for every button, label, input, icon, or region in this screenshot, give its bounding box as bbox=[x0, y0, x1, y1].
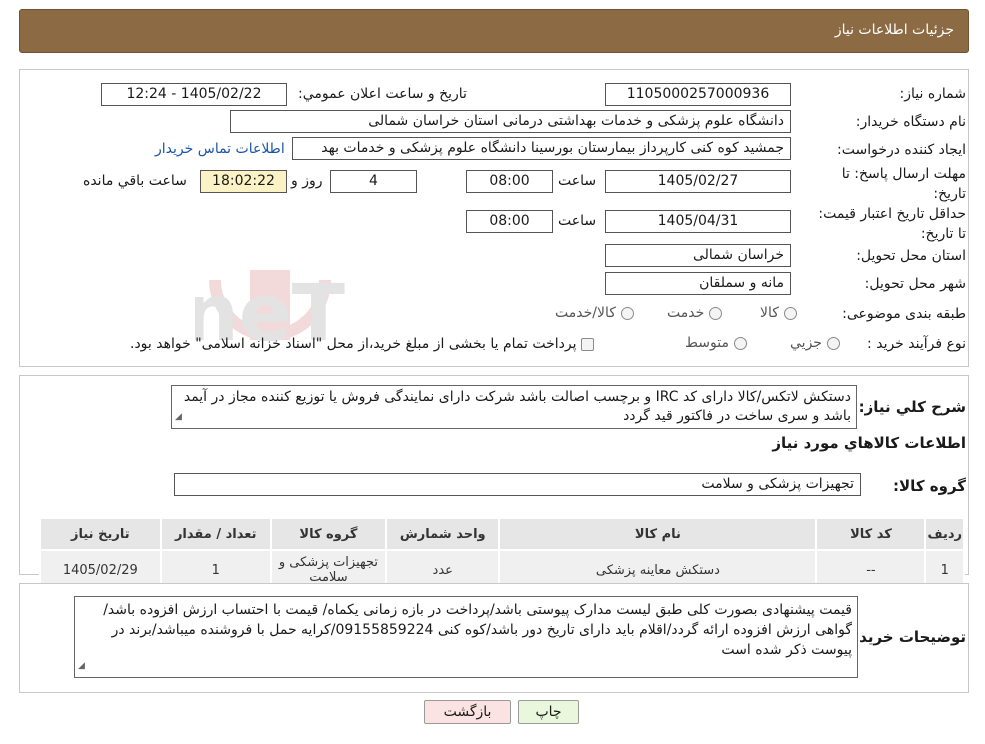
validity-date-field: 1405/04/31 bbox=[605, 210, 791, 233]
goods-group-label: گروه کالا: bbox=[893, 477, 966, 495]
radio-icon[interactable] bbox=[620, 306, 634, 320]
col-code: کد کالا bbox=[815, 517, 927, 551]
category-option-goods-service[interactable]: کالا/خدمت bbox=[555, 305, 634, 321]
goods-table: رديف کد کالا نام کالا واحد شمارش گروه کا… bbox=[39, 517, 965, 591]
city-field: مانه و سملقان bbox=[605, 272, 791, 295]
checkbox-icon[interactable] bbox=[581, 337, 595, 351]
col-unit: واحد شمارش bbox=[385, 517, 501, 551]
days-label: روز و bbox=[291, 173, 323, 189]
deadline-label: مهلت ارسال پاسخ: تا تاريخ: bbox=[841, 166, 966, 202]
category-option-service[interactable]: خدمت bbox=[667, 305, 723, 321]
radio-icon[interactable] bbox=[709, 306, 723, 320]
description-textarea[interactable]: دستکش لاتکس/کالا دارای کد IRC و برچسب اص… bbox=[171, 385, 857, 429]
col-qty: تعداد / مقدار bbox=[159, 517, 272, 551]
goods-group-field: تجهیزات پزشکی و سلامت bbox=[174, 473, 861, 496]
remaining-label: ساعت باقي مانده bbox=[83, 173, 187, 189]
announce-label: تاریخ و ساعت اعلان عمومي: bbox=[298, 86, 467, 102]
creator-label: ايجاد کننده درخواست: bbox=[837, 142, 966, 158]
process-option-minor[interactable]: جزيي bbox=[790, 335, 840, 351]
print-button[interactable]: چاپ bbox=[518, 700, 579, 724]
need-number-label: شماره نیاز: bbox=[899, 86, 967, 102]
process-label: نوع فرآيند خريد : bbox=[867, 336, 966, 352]
page-title: جزئیات اطلاعات نیاز bbox=[834, 22, 954, 38]
creator-field: جمشید کوه کنی کارپرداز بیمارستان بورسینا… bbox=[292, 137, 791, 160]
category-option-goods[interactable]: کالا bbox=[760, 305, 797, 321]
col-row: رديف bbox=[924, 517, 965, 551]
resize-handle-icon[interactable]: ◢ bbox=[78, 656, 85, 676]
deadline-date-field: 1405/02/27 bbox=[605, 170, 791, 193]
radio-icon[interactable] bbox=[826, 336, 840, 350]
validity-label: حداقل تاريخ اعتبار قيمت: تا تاريخ: bbox=[818, 206, 966, 242]
radio-icon[interactable] bbox=[733, 336, 747, 350]
goods-section-title: اطلاعات کالاهاي مورد نياز bbox=[772, 434, 966, 452]
col-date: تاريخ نياز bbox=[39, 517, 162, 551]
buyer-org-field: دانشگاه علوم پزشکی و خدمات بهداشتی درمان… bbox=[230, 110, 791, 133]
days-remaining-field: 4 bbox=[330, 170, 417, 193]
description-label: شرح کلي نياز: bbox=[858, 398, 966, 416]
col-name: نام کالا bbox=[498, 517, 818, 551]
process-option-medium[interactable]: متوسط bbox=[685, 335, 747, 351]
deadline-time-field: 08:00 bbox=[466, 170, 553, 193]
validity-time-field: 08:00 bbox=[466, 210, 553, 233]
buyer-notes-textarea[interactable]: قیمت پیشنهادی بصورت کلی طبق لیست مدارک پ… bbox=[74, 596, 858, 678]
need-number-field: 1105000257000936 bbox=[605, 83, 791, 106]
buyer-org-label: نام دستگاه خريدار: bbox=[855, 114, 966, 130]
buyer-notes-label: توضيحات خريدار: bbox=[839, 628, 966, 646]
city-label: شهر محل تحويل: bbox=[864, 276, 966, 292]
remaining-time-field: 18:02:22 bbox=[200, 170, 287, 193]
buyer-contact-link[interactable]: اطلاعات تماس خريدار bbox=[155, 141, 285, 157]
page-header: جزئیات اطلاعات نیاز bbox=[19, 9, 969, 53]
deadline-time-label: ساعت bbox=[558, 173, 597, 189]
validity-time-label: ساعت bbox=[558, 213, 597, 229]
radio-icon[interactable] bbox=[783, 306, 797, 320]
col-group: گروه کالا bbox=[269, 517, 388, 551]
resize-handle-icon[interactable]: ◢ bbox=[175, 408, 182, 427]
province-label: استان محل تحويل: bbox=[856, 248, 966, 264]
announce-field: 1405/02/22 - 12:24 bbox=[101, 83, 287, 106]
category-label: طبقه بندی موضوعی: bbox=[842, 306, 966, 322]
table-header-row: رديف کد کالا نام کالا واحد شمارش گروه کا… bbox=[39, 517, 965, 551]
process-note: پرداخت تمام يا بخشی از مبلغ خريد،از محل … bbox=[130, 336, 595, 352]
back-button[interactable]: بازگشت bbox=[424, 700, 511, 724]
province-field: خراسان شمالی bbox=[605, 244, 791, 267]
